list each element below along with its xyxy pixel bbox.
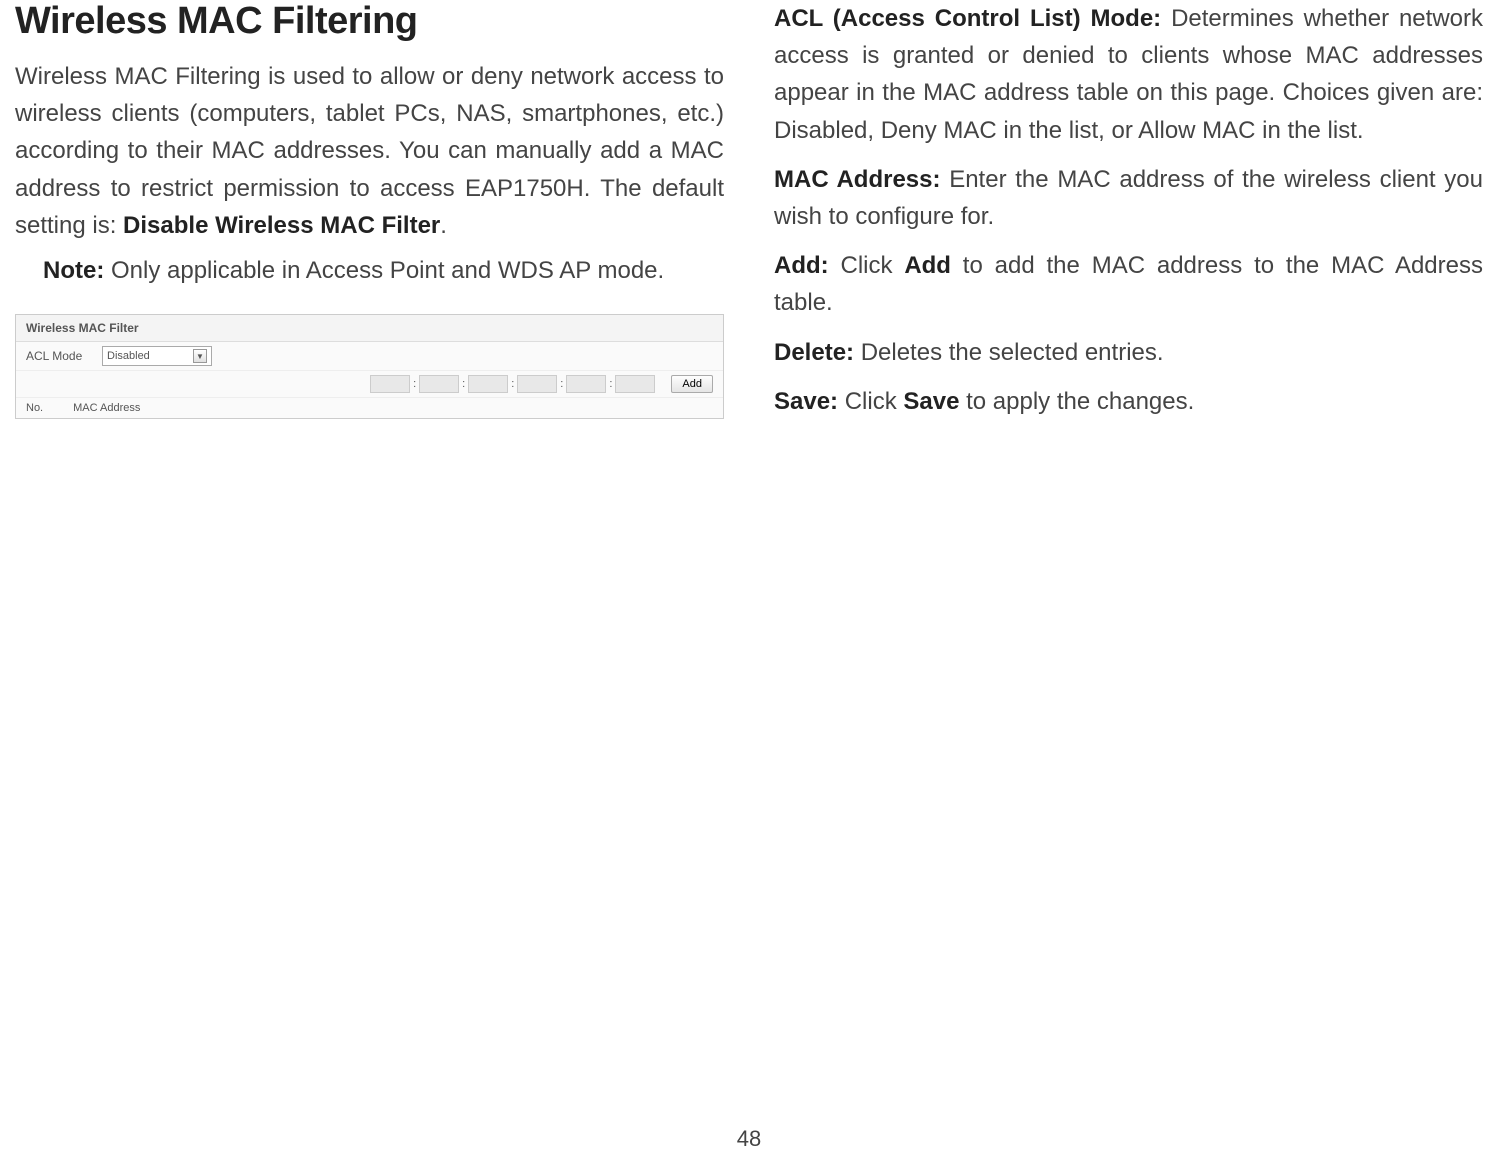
add-definition: Add: Click Add to add the MAC address to… <box>774 247 1483 321</box>
mac-separator: : <box>560 378 563 390</box>
mac-octet-6[interactable] <box>615 375 655 393</box>
acl-mode-label: ACL Mode <box>26 349 96 363</box>
mac-input-row: : : : : : Add <box>16 371 723 398</box>
save-def-bold: Save <box>903 388 959 415</box>
intro-bold: Disable Wireless MAC Filter <box>123 212 440 239</box>
add-def-label: Add: <box>774 252 829 279</box>
add-def-bold: Add <box>904 252 951 279</box>
page-title: Wireless MAC Filtering <box>15 0 724 43</box>
mac-octet-2[interactable] <box>419 375 459 393</box>
mac-octet-5[interactable] <box>566 375 606 393</box>
acl-def-label: ACL (Access Control List) Mode: <box>774 5 1161 32</box>
note-text: Only applicable in Access Point and WDS … <box>104 257 664 284</box>
intro-paragraph: Wireless MAC Filtering is used to allow … <box>15 58 724 244</box>
acl-definition: ACL (Access Control List) Mode: Determin… <box>774 0 1483 149</box>
mac-octet-4[interactable] <box>517 375 557 393</box>
note-line: Note: Only applicable in Access Point an… <box>15 252 724 289</box>
add-def-pre: Click <box>829 252 905 279</box>
mac-address-inputs: : : : : : <box>370 375 655 393</box>
mac-separator: : <box>413 378 416 390</box>
mac-separator: : <box>511 378 514 390</box>
add-button[interactable]: Add <box>671 375 713 393</box>
mac-octet-1[interactable] <box>370 375 410 393</box>
mac-address-definition: MAC Address: Enter the MAC address of th… <box>774 161 1483 235</box>
mac-filter-screenshot: Wireless MAC Filter ACL Mode Disabled ▼ … <box>15 314 724 419</box>
delete-def-text: Deletes the selected entries. <box>854 339 1164 366</box>
save-def-post: to apply the changes. <box>959 388 1194 415</box>
delete-definition: Delete: Deletes the selected entries. <box>774 334 1483 371</box>
acl-mode-value: Disabled <box>107 350 150 362</box>
acl-mode-row: ACL Mode Disabled ▼ <box>16 342 723 371</box>
mac-def-label: MAC Address: <box>774 166 941 193</box>
chevron-down-icon: ▼ <box>193 349 207 363</box>
page-number: 48 <box>737 1126 761 1152</box>
note-label: Note: <box>43 257 104 284</box>
acl-mode-dropdown[interactable]: Disabled ▼ <box>102 346 212 366</box>
mac-octet-3[interactable] <box>468 375 508 393</box>
mac-separator: : <box>609 378 612 390</box>
screenshot-header: Wireless MAC Filter <box>16 315 723 342</box>
column-no: No. <box>26 402 43 414</box>
delete-def-label: Delete: <box>774 339 854 366</box>
save-def-label: Save: <box>774 388 838 415</box>
mac-table-header: No. MAC Address <box>16 398 723 418</box>
mac-separator: : <box>462 378 465 390</box>
save-definition: Save: Click Save to apply the changes. <box>774 383 1483 420</box>
column-mac-address: MAC Address <box>73 402 140 414</box>
save-def-pre: Click <box>838 388 903 415</box>
